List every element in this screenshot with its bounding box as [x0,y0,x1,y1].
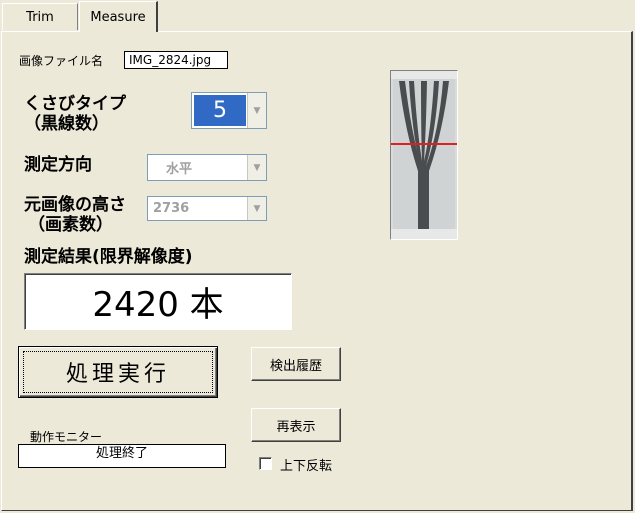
tab-trim[interactable]: Trim [2,3,78,30]
wedge-type-label: くさびタイプ （黒線数） [24,94,126,134]
monitor-field: 処理終了 [18,444,226,468]
image-height-select[interactable]: 2736 ▼ [147,196,267,221]
measure-line [391,143,457,145]
tab-strip: Trim Measure [0,0,635,33]
tab-measure[interactable]: Measure [79,1,158,32]
image-height-label: 元画像の高さ （画素数） [24,195,126,235]
history-button[interactable]: 検出履歴 [251,347,341,381]
wedge-type-select[interactable]: 5 ▼ [191,92,267,129]
result-value: 2420 本 [24,273,292,330]
wedge-preview-image [390,70,458,240]
wedge-type-label-line2: （黒線数） [24,114,109,134]
redisplay-button[interactable]: 再表示 [251,408,341,442]
wedge-type-value: 5 [194,95,246,126]
result-label: 測定結果(限界解像度) [24,247,193,267]
chevron-down-icon[interactable]: ▼ [247,197,266,220]
focus-ring [23,351,213,393]
monitor-label: 動作モニター [30,430,103,444]
image-height-label-line2: （画素数） [28,215,113,235]
wedge-type-label-line1: くさびタイプ [24,94,126,114]
chevron-down-icon[interactable]: ▼ [247,155,266,180]
flip-label[interactable]: 上下反転 [280,455,332,474]
chevron-down-icon[interactable]: ▼ [247,93,266,128]
image-height-label-line1: 元画像の高さ [24,195,126,215]
file-name-label: 画像ファイル名 [19,54,104,68]
direction-value: 水平 [166,162,193,177]
direction-select[interactable]: 水平 ▼ [147,154,267,181]
execute-button[interactable]: 処理実行 [18,346,218,398]
direction-label: 測定方向 [24,155,92,175]
image-height-value: 2736 [153,201,190,216]
file-name-field: IMG_2824.jpg [124,51,228,69]
flip-checkbox[interactable] [259,457,272,470]
